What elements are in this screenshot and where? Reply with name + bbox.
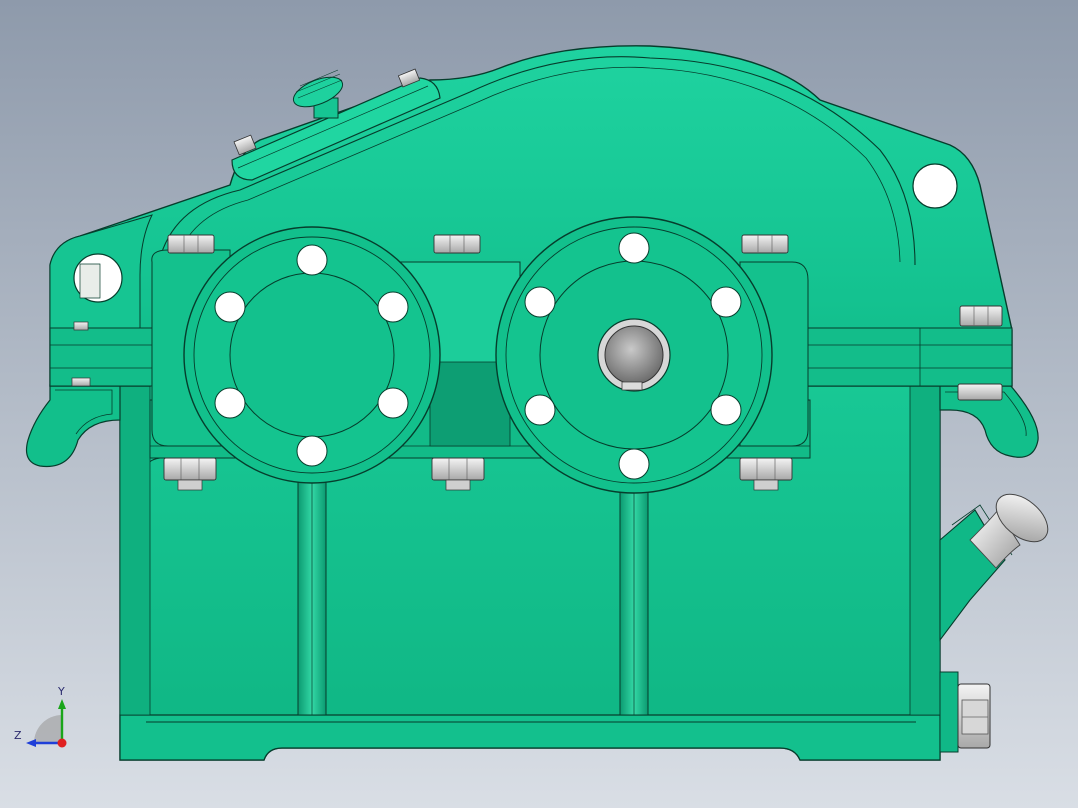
vent-plug[interactable] xyxy=(289,69,346,119)
lifting-lug-left[interactable] xyxy=(25,384,121,468)
oil-dipstick[interactable] xyxy=(939,485,1057,642)
drain-plug[interactable] xyxy=(939,671,991,753)
bolt-head[interactable] xyxy=(959,305,1003,327)
bearing-cap-left[interactable] xyxy=(183,226,441,484)
axis-triad-icon xyxy=(26,699,67,748)
triad-y-label: Y xyxy=(58,685,65,698)
output-shaft-end[interactable] xyxy=(597,318,671,392)
nut[interactable] xyxy=(957,383,1003,401)
graphics-viewport[interactable]: Y Z xyxy=(0,0,1078,808)
view-triad[interactable]: Y Z xyxy=(10,685,80,755)
triad-z-label: Z xyxy=(14,729,22,742)
bolt-head[interactable] xyxy=(167,234,215,254)
bolt-head[interactable] xyxy=(741,234,789,254)
bolt-head[interactable] xyxy=(433,234,481,254)
gearbox-model[interactable] xyxy=(0,0,1078,808)
